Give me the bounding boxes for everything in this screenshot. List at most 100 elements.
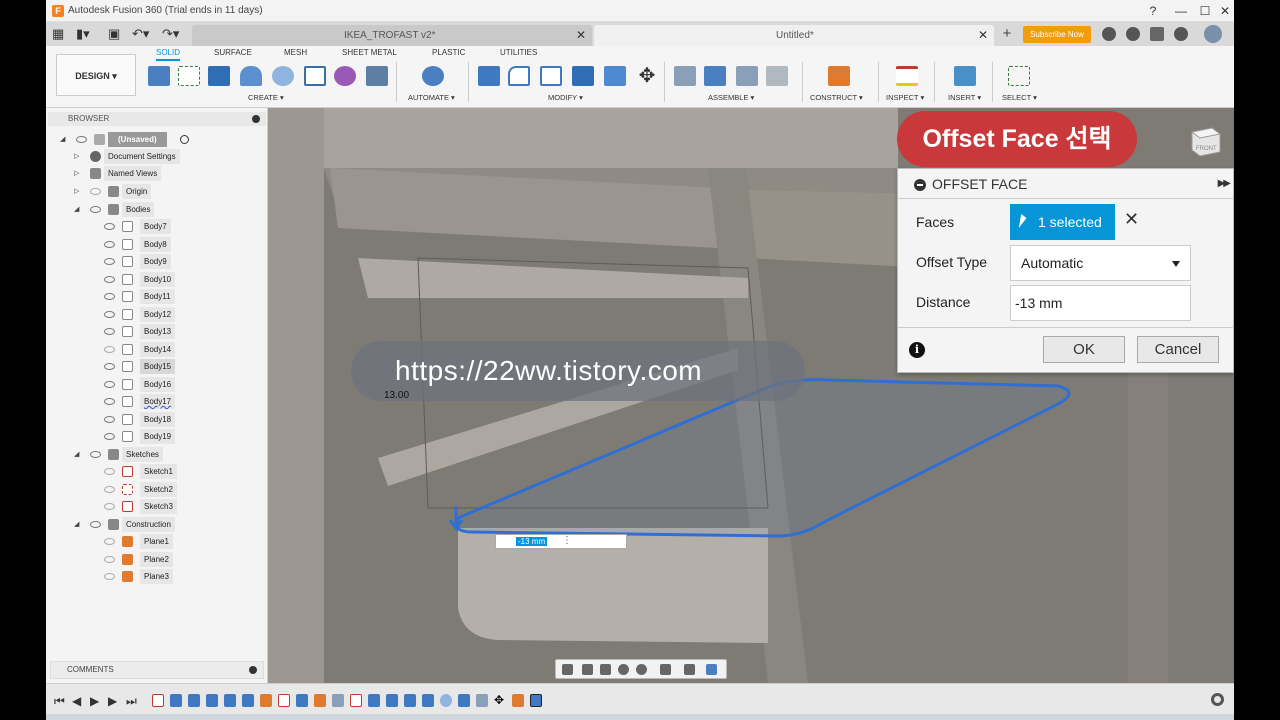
timeline-start-icon[interactable]: ⏮ [54,694,65,709]
help-menu-icon[interactable] [1174,27,1188,41]
visibility-eye-icon[interactable] [104,223,115,230]
timeline-extrude-step[interactable] [224,694,236,707]
notifications-icon[interactable] [1150,27,1164,41]
visibility-eye-icon[interactable] [104,328,115,335]
timeline-extrude-step[interactable] [458,694,470,707]
viewports-icon[interactable] [706,664,717,675]
tab-sheet-metal[interactable]: SHEET METAL [342,48,397,57]
select-group-label[interactable]: SELECT ▾ [1002,93,1037,102]
pattern-icon[interactable] [304,66,326,86]
tab-mesh[interactable]: MESH [284,48,307,57]
undo-icon[interactable]: ↶▾ [132,26,149,42]
file-menu-icon[interactable]: ▮▾ [76,26,90,42]
as-built-joint-icon[interactable] [704,66,726,86]
timeline-fillet-step[interactable] [332,694,344,707]
timeline-sketch-step[interactable] [278,694,290,707]
timeline-plane-step[interactable] [260,694,272,707]
viewcube-icon[interactable]: FRONT [1184,120,1224,160]
timeline-hole-step[interactable] [440,694,452,707]
timeline-extrude-step[interactable] [170,694,182,707]
new-tab-button[interactable]: + [998,26,1016,44]
timeline-extrude-step[interactable] [404,694,416,707]
insert-image-icon[interactable] [954,66,976,86]
tab-plastic[interactable]: PLASTIC [432,48,465,57]
tree-root[interactable]: ◢ (Unsaved) [60,132,250,147]
automate-icon[interactable] [422,66,444,86]
press-pull-icon[interactable] [478,66,500,86]
extrude-icon[interactable] [208,66,230,86]
display-settings-icon[interactable] [660,664,671,675]
insert-group-label[interactable]: INSERT ▾ [948,93,981,102]
visibility-eye-icon[interactable] [104,241,115,248]
visibility-eye-icon[interactable] [104,311,115,318]
close-window-button[interactable]: ✕ [1212,2,1234,20]
orbit-icon[interactable] [562,664,573,675]
offset-type-select[interactable]: Automatic [1010,245,1191,281]
collapse-dialog-icon[interactable] [914,179,926,191]
faces-selection-button[interactable]: 1 selected [1010,204,1115,240]
visibility-eye-icon[interactable] [104,346,115,353]
clear-selection-icon[interactable]: ✕ [1124,209,1139,230]
create-group-label[interactable]: CREATE ▾ [248,93,284,102]
offset-face-icon[interactable] [604,66,626,86]
look-at-icon[interactable] [582,664,593,675]
comments-panel[interactable]: COMMENTS [50,661,264,679]
select-window-icon[interactable] [1008,66,1030,86]
tab-utilities[interactable]: UTILITIES [500,48,537,57]
visibility-eye-icon[interactable] [104,486,115,493]
expand-arrow-icon[interactable]: ▷ [74,166,79,181]
form-icon[interactable] [334,66,356,86]
tab-surface[interactable]: SURFACE [214,48,252,57]
timeline-extrude-step[interactable] [188,694,200,707]
expand-arrow-icon[interactable]: ▷ [74,184,79,199]
expand-arrow-icon[interactable]: ▷ [74,149,79,164]
collapse-arrow-icon[interactable]: ◢ [74,517,79,532]
fillet-icon[interactable] [508,66,530,86]
subscribe-button[interactable]: Subscribe Now [1023,26,1091,43]
minimize-button[interactable]: — [1168,2,1194,20]
info-icon[interactable]: i [909,342,925,358]
dialog-header[interactable]: OFFSET FACE ▶▶ [898,169,1234,199]
measure-icon[interactable] [896,66,918,86]
visibility-eye-icon[interactable] [104,276,115,283]
expand-dialog-icon[interactable]: ▶▶ [1218,169,1231,199]
visibility-eye-icon[interactable] [104,398,115,405]
close-tab-icon[interactable]: ✕ [978,25,988,46]
visibility-eye-icon[interactable] [90,521,101,528]
tab-untitled[interactable]: Untitled* ✕ [594,25,994,46]
user-avatar[interactable] [1204,25,1222,43]
distance-input[interactable]: -13 mm [1010,285,1191,321]
help-icon[interactable]: ? [1140,2,1166,20]
timeline-plane-step[interactable] [512,694,524,707]
visibility-eye-icon[interactable] [104,416,115,423]
pan-icon[interactable] [600,664,611,675]
timeline-forward-icon[interactable]: ▶ [108,694,117,708]
hole-icon[interactable] [272,66,294,86]
new-component-icon[interactable] [148,66,170,86]
create-sketch-icon[interactable] [178,66,200,86]
timeline-combine-step[interactable] [476,694,488,707]
visibility-eye-icon[interactable] [104,293,115,300]
timeline-extrude-step[interactable] [368,694,380,707]
timeline-extrude-step[interactable] [386,694,398,707]
revolve-icon[interactable] [240,66,262,86]
timeline-extrude-step[interactable] [242,694,254,707]
timeline-extrude-step[interactable] [422,694,434,707]
visibility-eye-icon[interactable] [90,451,101,458]
mirror-icon[interactable] [366,66,388,86]
modify-group-label[interactable]: MODIFY ▾ [548,93,583,102]
timeline-plane-step[interactable] [314,694,326,707]
offset-plane-icon[interactable] [828,66,850,86]
collapse-arrow-icon[interactable]: ◢ [74,202,79,217]
inspect-group-label[interactable]: INSPECT ▾ [886,93,924,102]
new-joint-icon[interactable] [674,66,696,86]
data-panel-grid-icon[interactable]: ▦ [52,26,64,42]
assemble-group-label[interactable]: ASSEMBLE ▾ [708,93,754,102]
automate-group-label[interactable]: AUTOMATE ▾ [408,93,455,102]
ok-button[interactable]: OK [1043,336,1125,363]
browser-pin-icon[interactable] [252,115,260,123]
collapse-arrow-icon[interactable]: ◢ [74,447,79,462]
inline-distance-input[interactable]: -13 mm ⋮ [495,534,627,549]
visibility-eye-icon[interactable] [76,136,87,143]
grid-settings-icon[interactable] [684,664,695,675]
